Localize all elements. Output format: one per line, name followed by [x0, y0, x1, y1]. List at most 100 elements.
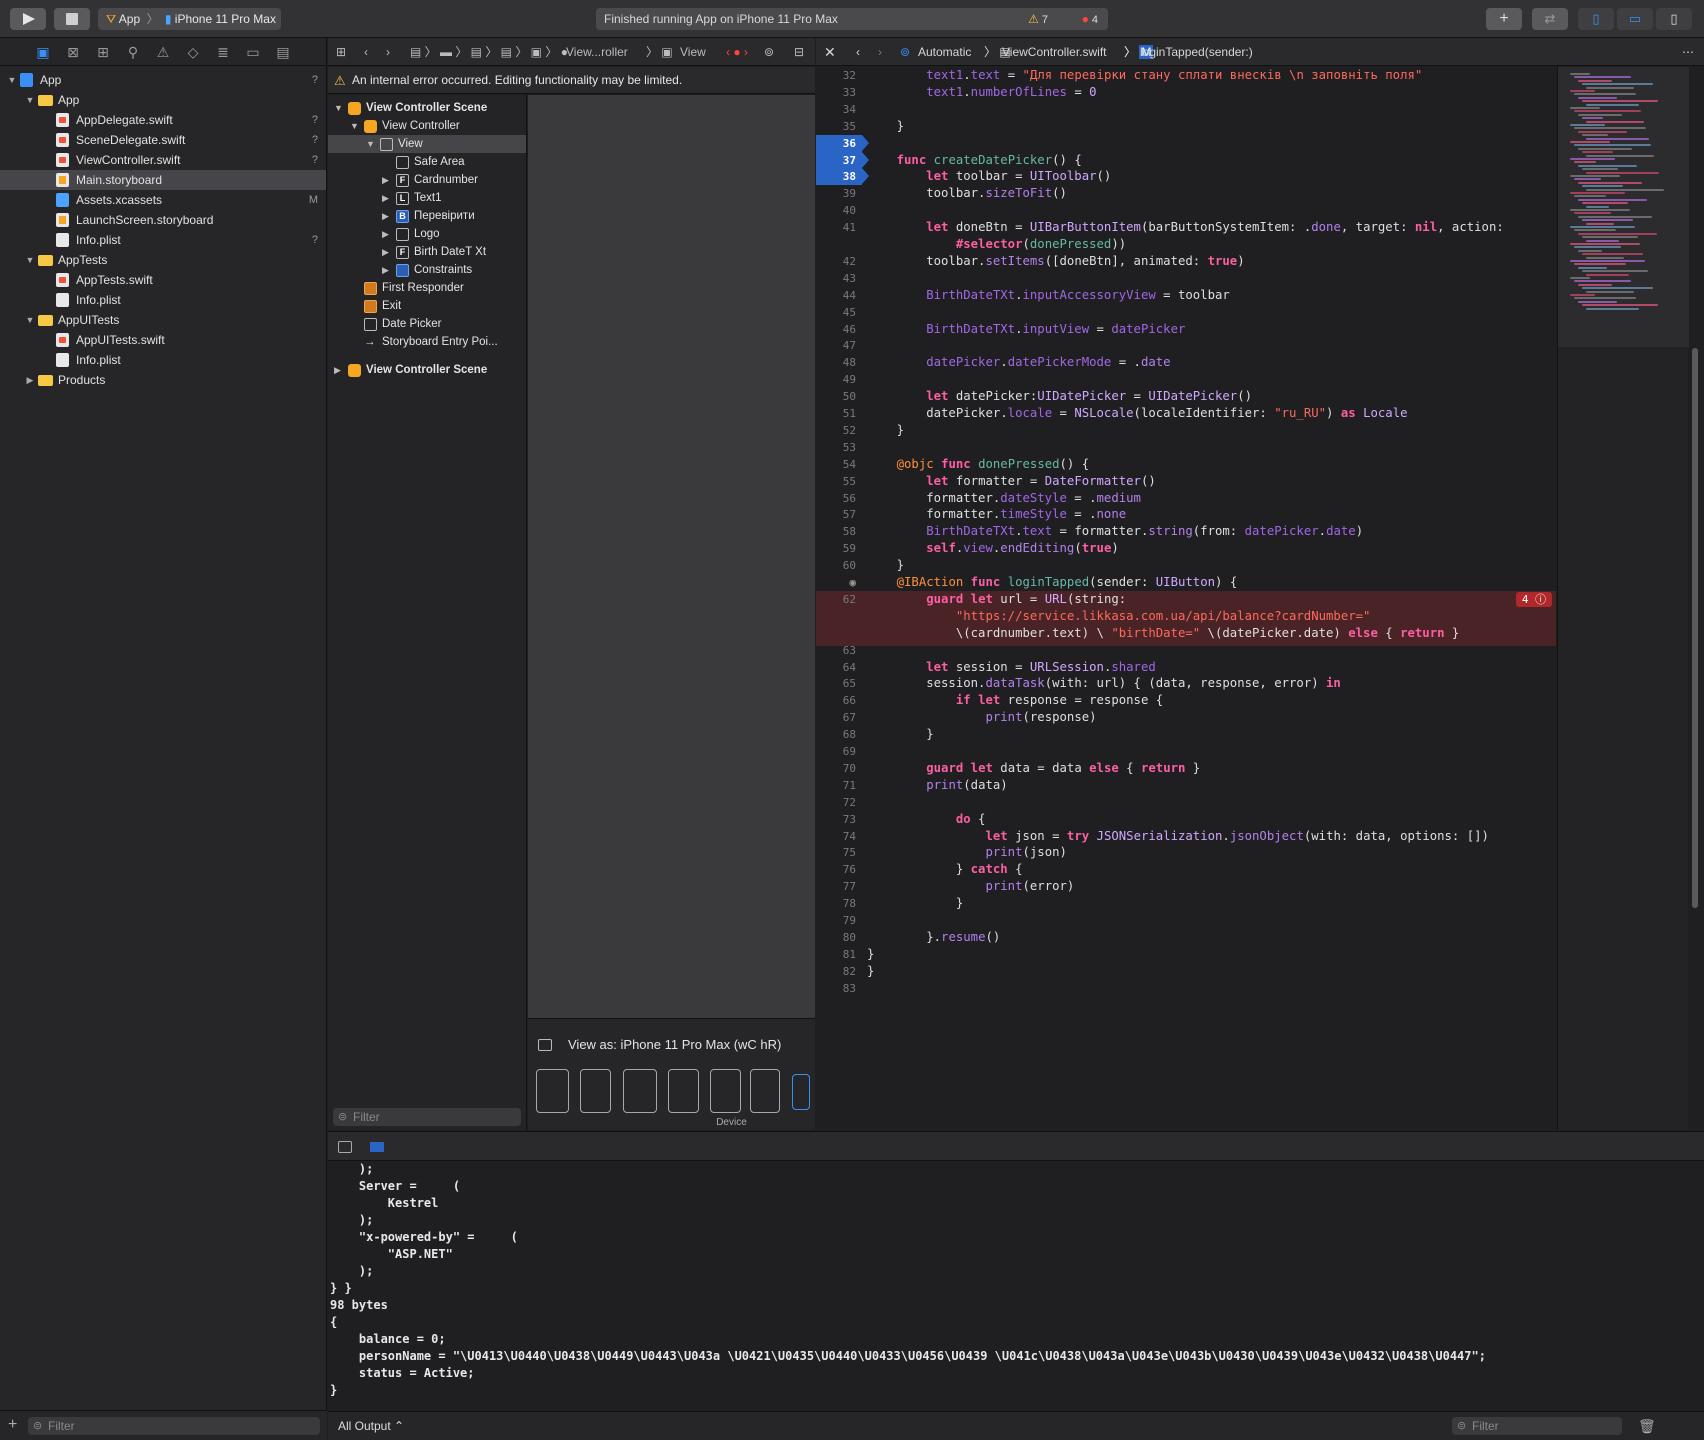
source-control-icon[interactable]: ⊠: [64, 44, 82, 61]
console-filter-input[interactable]: Filter: [1452, 1417, 1622, 1435]
project-tree-item[interactable]: SceneDelegate.swift?: [0, 130, 326, 150]
code-line[interactable]: 62 guard let url = URL(string:: [816, 591, 1556, 608]
run-button[interactable]: [10, 8, 46, 30]
related-items-icon[interactable]: ⊞: [336, 38, 346, 66]
code-line[interactable]: 59 self.view.endEditing(true): [816, 540, 1556, 557]
jump-file[interactable]: ViewController.swift: [1002, 38, 1106, 66]
add-file-icon[interactable]: +: [8, 1416, 17, 1434]
breakpoints-active-icon[interactable]: [370, 1142, 384, 1152]
code-line[interactable]: 72: [816, 794, 1556, 811]
jump-view-controller[interactable]: View...roller: [566, 38, 628, 66]
code-line[interactable]: 80 }.resume(): [816, 929, 1556, 946]
outline-item[interactable]: Date Picker: [328, 315, 526, 333]
code-line[interactable]: 42 toolbar.setItems([doneBtn], animated:…: [816, 253, 1556, 270]
disclosure-triangle-icon[interactable]: ▶: [382, 189, 389, 207]
outline-item[interactable]: ▼ View Controller Scene: [328, 99, 526, 117]
code-line[interactable]: 73 do {: [816, 811, 1556, 828]
code-line[interactable]: 47: [816, 337, 1556, 354]
outline-item[interactable]: ▶ B Перевірити: [328, 207, 526, 225]
disclosure-triangle-icon[interactable]: ▶: [24, 370, 36, 390]
outline-item[interactable]: ▶ F Cardnumber: [328, 171, 526, 189]
code-line[interactable]: 37 func createDatePicker() {: [816, 151, 1556, 169]
debug-icon[interactable]: ≣: [214, 44, 232, 61]
code-line[interactable]: 65 session.dataTask(with: url) { (data, …: [816, 675, 1556, 692]
disclosure-triangle-icon[interactable]: ▼: [334, 99, 343, 117]
project-tree-item[interactable]: AppDelegate.swift?: [0, 110, 326, 130]
stop-button[interactable]: [54, 8, 90, 30]
folder-icon[interactable]: ▣: [34, 44, 52, 61]
code-line[interactable]: ◉ @IBAction func loginTapped(sender: UIB…: [816, 574, 1556, 591]
code-line[interactable]: 76 } catch {: [816, 861, 1556, 878]
code-line[interactable]: 53: [816, 439, 1556, 456]
disclosure-triangle-icon[interactable]: ▶: [382, 225, 389, 243]
project-tree-item[interactable]: ▼ App?: [0, 70, 326, 90]
issue-icon[interactable]: ⚠: [154, 44, 172, 61]
code-line[interactable]: \(cardnumber.text) \ "birthDate=" \(date…: [816, 625, 1556, 642]
code-line[interactable]: 70 guard let data = data else { return }: [816, 760, 1556, 777]
outline-item[interactable]: ▼ View: [328, 135, 526, 153]
code-line[interactable]: 77 print(error): [816, 878, 1556, 895]
disclosure-triangle-icon[interactable]: ▼: [24, 310, 36, 330]
library-plus-button[interactable]: +: [1486, 8, 1522, 30]
report-icon[interactable]: ▤: [274, 44, 292, 61]
jump-view[interactable]: View: [680, 38, 706, 66]
disclosure-triangle-icon[interactable]: ▶: [334, 361, 341, 379]
code-line[interactable]: 35 }: [816, 118, 1556, 135]
device-option[interactable]: [710, 1069, 741, 1113]
code-line[interactable]: 69: [816, 743, 1556, 760]
outline-item[interactable]: Exit: [328, 297, 526, 315]
toggle-inspector-button[interactable]: ▯: [1656, 8, 1692, 30]
code-line[interactable]: 49: [816, 371, 1556, 388]
code-line[interactable]: 75 print(json): [816, 844, 1556, 861]
toggle-navigator-button[interactable]: ▯: [1578, 8, 1614, 30]
outline-item[interactable]: ▶ View Controller Scene: [328, 361, 526, 379]
disclosure-triangle-icon[interactable]: ▼: [366, 135, 375, 153]
jump-automatic[interactable]: Automatic: [918, 38, 971, 66]
forward-arrow-icon[interactable]: ›: [386, 38, 390, 66]
code-line[interactable]: 82}: [816, 963, 1556, 980]
code-line[interactable]: 54 @objc func donePressed() {: [816, 456, 1556, 473]
adjust-icon[interactable]: ⊚: [764, 38, 774, 66]
code-line[interactable]: 71 print(data): [816, 777, 1556, 794]
console-output[interactable]: ); Server = ( Kestrel ); "x-powered-by" …: [328, 1161, 1704, 1411]
scheme-selector[interactable]: ⛛ App 〉 ▮ iPhone 11 Pro Max: [98, 8, 281, 30]
trash-icon[interactable]: 🗑: [1638, 1418, 1656, 1435]
back-arrow-icon[interactable]: ‹: [856, 38, 860, 66]
code-line[interactable]: 57 formatter.timeStyle = .none: [816, 506, 1556, 523]
project-tree-item[interactable]: ▼ AppUITests: [0, 310, 326, 330]
disclosure-triangle-icon[interactable]: ▼: [24, 250, 36, 270]
project-tree-item[interactable]: Info.plist?: [0, 230, 326, 250]
code-line[interactable]: 67 print(response): [816, 709, 1556, 726]
code-line[interactable]: 33 text1.numberOfLines = 0: [816, 84, 1556, 101]
code-line[interactable]: 40: [816, 202, 1556, 219]
device-option-selected[interactable]: [792, 1074, 810, 1110]
symbol-icon[interactable]: ⊞: [94, 44, 112, 61]
project-tree-item[interactable]: ▼ AppTests: [0, 250, 326, 270]
code-line[interactable]: 44 BirthDateTXt.inputAccessoryView = too…: [816, 287, 1556, 304]
editor-scrollbar[interactable]: [1692, 348, 1698, 908]
code-line[interactable]: 34: [816, 101, 1556, 118]
code-line[interactable]: 83: [816, 980, 1556, 997]
disclosure-triangle-icon[interactable]: ▼: [350, 117, 359, 135]
source-editor[interactable]: 32 text1.text = "Для перевірки стану спл…: [816, 67, 1556, 1130]
project-tree-item[interactable]: AppTests.swift: [0, 270, 326, 290]
code-line[interactable]: 48 datePicker.datePickerMode = .date: [816, 354, 1556, 371]
code-line[interactable]: 46 BirthDateTXt.inputView = datePicker: [816, 321, 1556, 338]
navigator-filter-input[interactable]: Filter: [28, 1417, 320, 1435]
outlet-connection-icon[interactable]: ◉: [849, 576, 856, 589]
disclosure-triangle-icon[interactable]: ▶: [382, 171, 389, 189]
jump-method[interactable]: loginTapped(sender:): [1140, 38, 1253, 66]
outline-item[interactable]: Safe Area: [328, 153, 526, 171]
disclosure-triangle-icon[interactable]: ▶: [382, 207, 389, 225]
project-tree-item[interactable]: LaunchScreen.storyboard: [0, 210, 326, 230]
project-tree-item[interactable]: ▼ App: [0, 90, 326, 110]
warning-count-badge[interactable]: ⚠ 7: [1028, 8, 1048, 31]
code-line[interactable]: 41 let doneBtn = UIBarButtonItem(barButt…: [816, 219, 1556, 236]
error-nav-icon[interactable]: ‹ ● ›: [726, 38, 748, 66]
code-line[interactable]: 58 BirthDateTXt.text = formatter.string(…: [816, 523, 1556, 540]
code-line[interactable]: "https://service.likkasa.com.ua/api/bala…: [816, 608, 1556, 625]
disclosure-triangle-icon[interactable]: ▼: [24, 90, 36, 110]
project-tree-item[interactable]: ▶ Products: [0, 370, 326, 390]
outline-item[interactable]: First Responder: [328, 279, 526, 297]
code-line[interactable]: 52 }: [816, 422, 1556, 439]
